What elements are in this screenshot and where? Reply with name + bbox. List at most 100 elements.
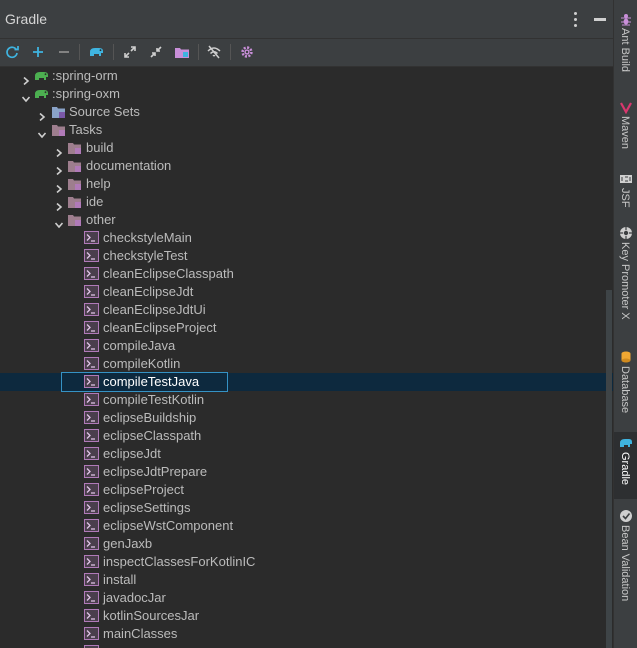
tool-window-tab-ant-build[interactable]: Ant Build: [614, 8, 637, 90]
tree-node[interactable]: :spring-oxm: [0, 85, 613, 103]
elephant-icon[interactable]: [87, 43, 105, 61]
gradle-toolbar: [0, 39, 613, 67]
task-icon: [84, 555, 99, 569]
chevron-right-icon[interactable]: [38, 108, 46, 122]
task-icon: [84, 537, 99, 551]
task-row[interactable]: compileKotlin: [0, 355, 613, 373]
task-icon: [84, 285, 99, 299]
chevron-right-icon[interactable]: [22, 72, 30, 86]
vertical-scrollbar[interactable]: [606, 290, 612, 648]
task-row[interactable]: checkstyleTest: [0, 247, 613, 265]
offline-icon[interactable]: [205, 43, 223, 61]
more-options-icon[interactable]: [568, 9, 582, 29]
task-row[interactable]: cleanEclipseJdt: [0, 283, 613, 301]
tree-node[interactable]: ide: [0, 193, 613, 212]
tree-node[interactable]: :spring-orm: [0, 67, 613, 86]
task-icon: [84, 429, 99, 443]
task-icon: [84, 591, 99, 605]
task-row[interactable]: genJaxb: [0, 535, 613, 553]
task-icon: [84, 411, 99, 425]
task-row[interactable]: compileTestKotlin: [0, 391, 613, 409]
task-icon: [84, 501, 99, 515]
gradle-tree[interactable]: :spring-orm :spring-oxm Source Sets Tasks bu…: [0, 67, 613, 648]
remove-icon[interactable]: [55, 43, 73, 61]
tree-node-label: cleanEclipseClasspath: [103, 266, 234, 281]
maven-icon: [619, 100, 633, 115]
task-folder-icon: [67, 141, 82, 155]
tree-node-label: eclipseWstComponent: [103, 518, 234, 533]
task-icon: [84, 573, 99, 587]
settings-icon[interactable]: [238, 43, 256, 61]
tree-node-label: genJaxb: [103, 536, 153, 551]
tree-node-label: compileJava: [103, 338, 176, 353]
tool-window-tab-database[interactable]: Database: [614, 346, 637, 426]
tree-node-label: checkstyleMain: [103, 230, 192, 245]
tree-node[interactable]: other: [0, 211, 613, 229]
tree-node[interactable]: help: [0, 175, 613, 194]
jsf-icon: [619, 172, 633, 186]
task-row[interactable]: cleanEclipseClasspath: [0, 265, 613, 283]
task-icon: [84, 267, 99, 281]
chevron-right-icon[interactable]: [55, 198, 63, 212]
task-row[interactable]: kotlinSourcesJar: [0, 607, 613, 625]
expand-all-icon[interactable]: [121, 43, 139, 61]
task-row[interactable]: [0, 643, 613, 648]
chevron-right-icon[interactable]: [55, 162, 63, 176]
tool-window-tab-maven[interactable]: Maven: [614, 96, 637, 162]
task-row[interactable]: javadocJar: [0, 589, 613, 607]
tool-window-tab-label: Maven: [619, 116, 631, 150]
collapse-all-icon[interactable]: [147, 43, 165, 61]
folder-icon[interactable]: [173, 43, 191, 61]
tree-node[interactable]: documentation: [0, 157, 613, 176]
task-row[interactable]: checkstyleMain: [0, 229, 613, 247]
chevron-down-icon[interactable]: [37, 126, 47, 139]
tree-node[interactable]: Tasks: [0, 121, 613, 139]
task-icon: [84, 249, 99, 263]
tree-node-label: :spring-oxm: [52, 86, 120, 101]
tool-window-tab-jsf[interactable]: JSF: [614, 168, 637, 216]
task-row[interactable]: eclipseJdt: [0, 445, 613, 463]
tree-node-label: :spring-orm: [52, 68, 118, 83]
task-row[interactable]: cleanEclipseJdtUi: [0, 301, 613, 319]
task-row[interactable]: compileJava: [0, 337, 613, 355]
toolbar-separator: [198, 44, 199, 60]
tree-node-label: javadocJar: [103, 590, 166, 605]
chevron-down-icon[interactable]: [21, 90, 31, 103]
task-row[interactable]: mainClasses: [0, 625, 613, 643]
task-row[interactable]: eclipseProject: [0, 481, 613, 499]
refresh-icon[interactable]: [3, 43, 21, 61]
tree-node[interactable]: build: [0, 139, 613, 158]
tool-window-tab-bean-validation[interactable]: Bean Validation: [614, 505, 637, 634]
task-row[interactable]: inspectClassesForKotlinIC: [0, 553, 613, 571]
task-row[interactable]: cleanEclipseProject: [0, 319, 613, 337]
tree-node-label: mainClasses: [103, 626, 178, 641]
task-row[interactable]: eclipseJdtPrepare: [0, 463, 613, 481]
tree-node-label: other: [86, 212, 116, 227]
task-folder-icon: [67, 159, 82, 173]
chevron-right-icon[interactable]: [55, 180, 63, 194]
tree-node-label: eclipseProject: [103, 482, 184, 497]
gradle-project-icon: [33, 69, 48, 83]
add-icon[interactable]: [29, 43, 47, 61]
tree-node-label: eclipseJdt: [103, 446, 161, 461]
tree-node[interactable]: Source Sets: [0, 103, 613, 122]
panel-title: Gradle: [5, 11, 48, 27]
task-row[interactable]: eclipseBuildship: [0, 409, 613, 427]
task-row[interactable]: install: [0, 571, 613, 589]
tree-node-label: build: [86, 140, 114, 155]
tree-node-label: eclipseClasspath: [103, 428, 202, 443]
hide-panel-button[interactable]: [594, 18, 606, 21]
task-folder-icon: [67, 177, 82, 191]
chevron-right-icon[interactable]: [55, 144, 63, 158]
task-row[interactable]: eclipseWstComponent: [0, 517, 613, 535]
chevron-down-icon[interactable]: [54, 216, 64, 229]
tree-node-label: install: [103, 572, 137, 587]
task-row[interactable]: eclipseClasspath: [0, 427, 613, 445]
tree-node-label: eclipseSettings: [103, 500, 191, 515]
task-icon: [84, 609, 99, 623]
task-row[interactable]: eclipseSettings: [0, 499, 613, 517]
task-folder-icon: [67, 195, 82, 209]
task-icon: [84, 393, 99, 407]
tool-window-tab-key-promoter-x[interactable]: Key Promoter X: [614, 222, 637, 340]
tool-window-tab-gradle[interactable]: Gradle: [614, 432, 637, 499]
